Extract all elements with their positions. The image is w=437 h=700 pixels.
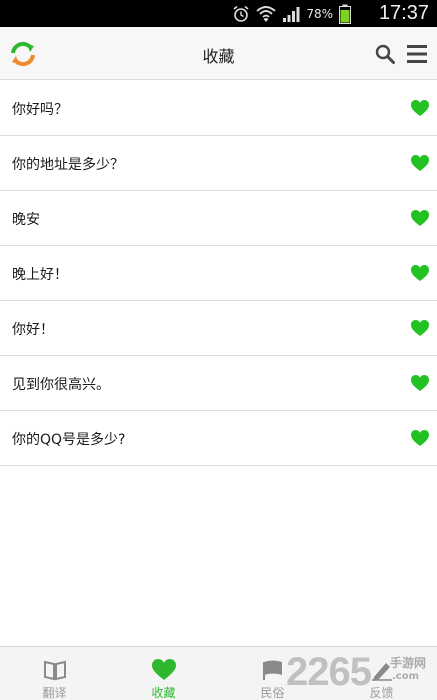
signal-icon xyxy=(283,7,300,22)
tab-favorites[interactable]: 收藏 xyxy=(109,647,218,700)
list-item[interactable]: 晚上好！ xyxy=(0,246,437,301)
list-item[interactable]: 你的QQ号是多少? xyxy=(0,411,437,466)
status-clock: 17:37 xyxy=(378,2,429,24)
tab-label: 翻译 xyxy=(42,686,67,700)
heart-icon[interactable] xyxy=(411,210,429,227)
favorite-text: 晚上好！ xyxy=(12,267,68,283)
menu-icon[interactable] xyxy=(406,44,428,64)
heart-icon[interactable] xyxy=(411,320,429,337)
list-item[interactable]: 你好吗？ xyxy=(0,81,437,136)
tab-label: 收藏 xyxy=(151,686,176,700)
favorite-text: 你好！ xyxy=(12,322,54,338)
list-item[interactable]: 晚安 xyxy=(0,191,437,246)
list-item[interactable]: 你的地址是多少？ xyxy=(0,136,437,191)
favorites-list: 你好吗？ 你的地址是多少？ 晚安 晚上好！ 你好！ 见到你很高兴。 你的QQ号是… xyxy=(0,81,437,466)
tab-label: 民俗 xyxy=(260,686,285,700)
bottom-tab-bar: 翻译 收藏 民俗 反馈 xyxy=(0,646,437,700)
alarm-icon xyxy=(233,5,249,22)
favorite-text: 晚安 xyxy=(12,212,40,228)
favorite-text: 你的地址是多少？ xyxy=(12,157,124,173)
list-item[interactable]: 你好！ xyxy=(0,301,437,356)
search-icon[interactable] xyxy=(374,43,396,65)
favorite-text: 你的QQ号是多少? xyxy=(12,432,126,448)
battery-icon xyxy=(339,4,351,24)
status-bar: 78% 17:37 xyxy=(0,0,437,27)
heart-icon[interactable] xyxy=(411,155,429,172)
tab-translate[interactable]: 翻译 xyxy=(0,647,109,700)
app-bar: 收藏 xyxy=(0,27,437,80)
heart-icon[interactable] xyxy=(411,100,429,117)
favorite-text: 你好吗？ xyxy=(12,102,68,118)
heart-icon[interactable] xyxy=(411,430,429,447)
status-icons: 78% xyxy=(232,4,351,24)
flag-icon xyxy=(262,660,282,680)
page-title: 收藏 xyxy=(202,47,235,66)
tab-folk-customs[interactable]: 民俗 xyxy=(218,647,327,700)
battery-percent: 78% xyxy=(306,7,333,21)
list-item[interactable]: 见到你很高兴。 xyxy=(0,356,437,411)
heart-icon xyxy=(151,659,176,680)
heart-icon[interactable] xyxy=(411,375,429,392)
tab-label: 反馈 xyxy=(369,686,394,700)
heart-icon[interactable] xyxy=(411,265,429,282)
book-icon xyxy=(43,660,66,681)
tab-feedback[interactable]: 反馈 xyxy=(327,647,436,700)
pencil-icon xyxy=(371,663,392,681)
wifi-icon xyxy=(256,6,276,22)
favorite-text: 见到你很高兴。 xyxy=(12,377,110,393)
